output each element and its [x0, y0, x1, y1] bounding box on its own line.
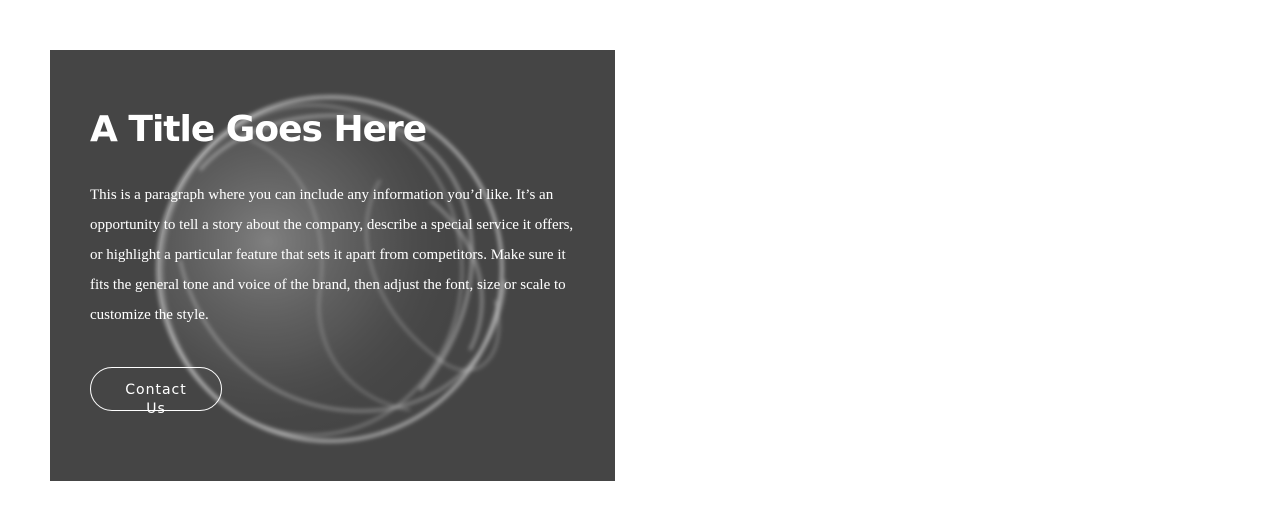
- hero-content: A Title Goes Here This is a paragraph wh…: [90, 106, 580, 330]
- hero-paragraph: This is a paragraph where you can includ…: [90, 187, 574, 323]
- contact-us-button[interactable]: Contact Us: [90, 367, 222, 417]
- hero-title: A Title Goes Here: [90, 109, 427, 150]
- hero-card: A Title Goes Here This is a paragraph wh…: [50, 50, 615, 481]
